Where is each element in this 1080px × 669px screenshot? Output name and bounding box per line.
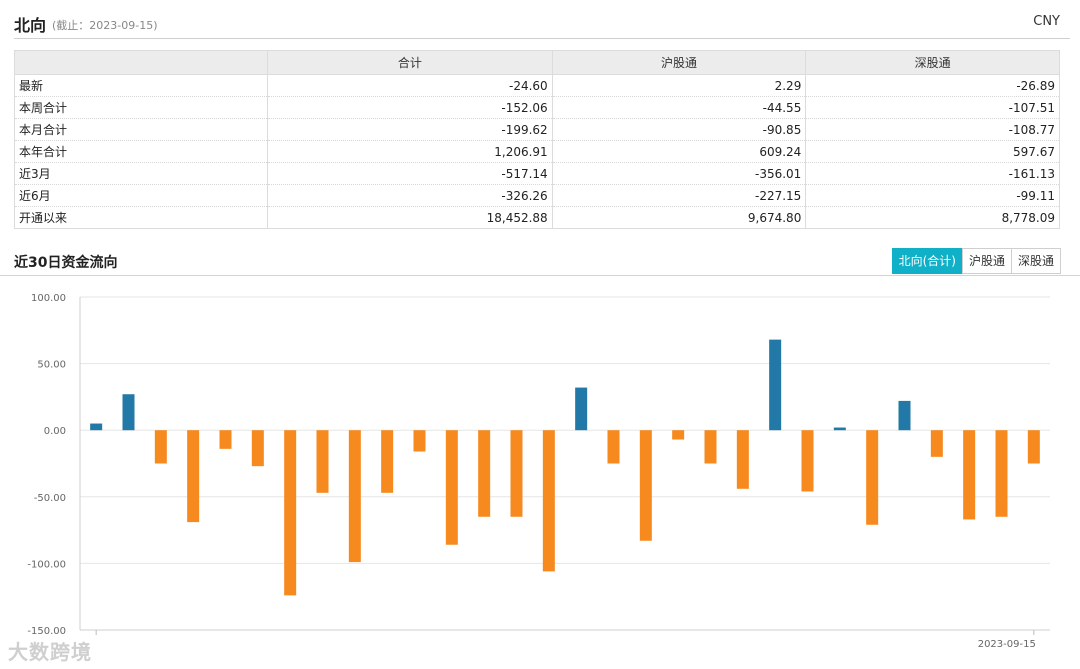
bar xyxy=(898,400,911,431)
bar xyxy=(251,430,264,467)
row-label: 本年合计 xyxy=(14,140,268,163)
row-label: 近6月 xyxy=(14,184,268,207)
table-row: 开通以来 18,452.88 9,674.80 8,778.09 xyxy=(14,206,1060,229)
cell-value: -90.85 xyxy=(551,118,807,141)
cell-value: 597.67 xyxy=(805,140,1060,163)
bar xyxy=(381,430,394,493)
cell-value: -108.77 xyxy=(805,118,1060,141)
table-row: 近3月 -517.14 -356.01 -161.13 xyxy=(14,162,1060,185)
x-tick-label: 2023-09-15 xyxy=(978,639,1036,650)
y-tick-label: 50.00 xyxy=(37,360,66,371)
row-label: 最新 xyxy=(14,74,268,97)
cell-value: -517.14 xyxy=(267,162,553,185)
bar xyxy=(607,430,620,464)
cell-value: 9,674.80 xyxy=(551,206,807,229)
section-divider xyxy=(0,275,1080,276)
bar xyxy=(833,427,846,431)
cell-value: -26.89 xyxy=(805,74,1060,97)
watermark-logo: 大数跨境 xyxy=(8,640,92,664)
bar xyxy=(930,430,943,457)
y-tick-label: 100.00 xyxy=(31,293,66,304)
chart-section-title: 近30日资金流向 xyxy=(14,255,118,271)
y-tick-label: -100.00 xyxy=(27,559,66,570)
table-row: 本月合计 -199.62 -90.85 -108.77 xyxy=(14,118,1060,141)
bar xyxy=(801,430,814,492)
table-row: 近6月 -326.26 -227.15 -99.11 xyxy=(14,184,1060,207)
table-row: 本周合计 -152.06 -44.55 -107.51 xyxy=(14,96,1060,119)
table-header-row: 合计 沪股通 深股通 xyxy=(14,50,1060,75)
table-row: 最新 -24.60 2.29 -26.89 xyxy=(14,74,1060,97)
cell-value: -356.01 xyxy=(551,162,807,185)
bar xyxy=(704,430,717,464)
bar xyxy=(90,423,103,431)
col-header-blank xyxy=(14,50,268,75)
row-label: 开通以来 xyxy=(14,206,268,229)
chart-tabs: 北向(合计) 沪股通 深股通 xyxy=(891,248,1061,274)
tab-shenzhen-connect[interactable]: 深股通 xyxy=(1010,248,1061,274)
bar xyxy=(542,430,555,572)
bar xyxy=(963,430,976,520)
cell-value: -152.06 xyxy=(267,96,553,119)
table-row: 本年合计 1,206.91 609.24 597.67 xyxy=(14,140,1060,163)
cell-value: 2.29 xyxy=(551,74,807,97)
cell-value: 8,778.09 xyxy=(805,206,1060,229)
cell-value: -99.11 xyxy=(805,184,1060,207)
bar xyxy=(995,430,1008,517)
row-label: 本月合计 xyxy=(14,118,268,141)
summary-table: 合计 沪股通 深股通 最新 -24.60 2.29 -26.89 本周合计 -152.06… xyxy=(14,50,1060,229)
bar xyxy=(187,430,200,523)
cell-value: 1,206.91 xyxy=(267,140,553,163)
bar xyxy=(769,339,782,431)
header: 北向 (截止：2023-09-15) CNY xyxy=(14,8,1070,39)
bar xyxy=(316,430,329,493)
bar xyxy=(1027,430,1040,464)
cell-value: -24.60 xyxy=(267,74,553,97)
bar xyxy=(413,430,426,452)
cell-value: -44.55 xyxy=(551,96,807,119)
tab-northbound-total[interactable]: 北向(合计) xyxy=(891,248,963,274)
cell-value: 609.24 xyxy=(551,140,807,163)
col-header-sz: 深股通 xyxy=(805,50,1060,75)
bar xyxy=(122,394,135,431)
row-label: 本周合计 xyxy=(14,96,268,119)
bar xyxy=(219,430,232,449)
currency-label: CNY xyxy=(1033,14,1060,29)
bar xyxy=(348,430,361,563)
page-title: 北向 xyxy=(14,16,47,35)
bar xyxy=(284,430,297,596)
bar xyxy=(478,430,491,517)
col-header-sh: 沪股通 xyxy=(551,50,807,75)
y-tick-label: 0.00 xyxy=(44,426,66,437)
col-header-total: 合计 xyxy=(267,50,553,75)
cell-value: -107.51 xyxy=(805,96,1060,119)
cell-value: -326.26 xyxy=(267,184,553,207)
bar xyxy=(445,430,458,545)
cell-value: -199.62 xyxy=(267,118,553,141)
cell-value: 18,452.88 xyxy=(267,206,553,229)
bar xyxy=(510,430,523,517)
date-note: (截止：2023-09-15) xyxy=(52,19,158,32)
cell-value: -161.13 xyxy=(805,162,1060,185)
bar xyxy=(672,430,685,440)
bar xyxy=(154,430,167,464)
bar xyxy=(575,387,588,431)
bar xyxy=(736,430,749,489)
tab-shanghai-connect[interactable]: 沪股通 xyxy=(961,248,1012,274)
flow-bar-chart: 100.0050.000.00-50.00-100.00-150.002023-… xyxy=(27,293,1050,650)
cell-value: -227.15 xyxy=(551,184,807,207)
y-tick-label: -50.00 xyxy=(34,493,66,504)
row-label: 近3月 xyxy=(14,162,268,185)
bar xyxy=(639,430,652,541)
bar xyxy=(866,430,879,525)
